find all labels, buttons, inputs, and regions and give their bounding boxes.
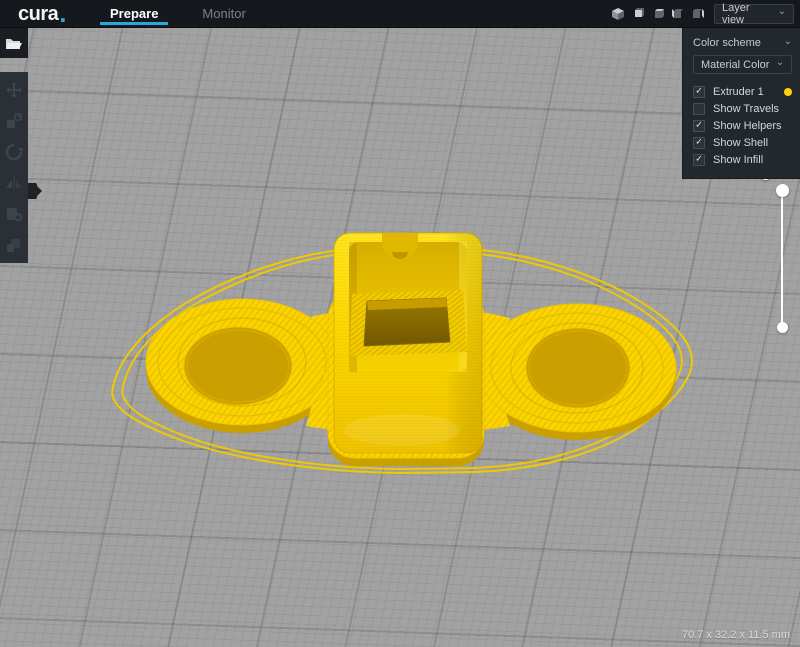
checkbox[interactable]: ✓ (693, 120, 705, 132)
check-icon: ✓ (695, 121, 703, 130)
view-mode-dropdown[interactable]: Layer view ⌄ (714, 4, 794, 24)
checkbox[interactable]: ✓ (693, 154, 705, 166)
mirror-tool-icon[interactable] (4, 173, 24, 193)
tab-prepare[interactable]: Prepare (88, 0, 180, 27)
move-tool-icon[interactable] (4, 80, 24, 100)
view-front-icon[interactable] (630, 6, 646, 22)
layer-view-options: ✓ Extruder 1 ✓ Show Travels ✓ Show Helpe… (693, 85, 792, 166)
view-right-icon[interactable] (690, 6, 706, 22)
layer-slider-upper-handle[interactable] (776, 184, 789, 197)
topbar-right: Layer view ⌄ (610, 0, 800, 27)
layer-slider-lower-handle[interactable] (777, 322, 788, 333)
option-show-shell[interactable]: ✓ Show Shell (693, 136, 792, 149)
support-blocker-icon[interactable] (4, 235, 24, 255)
model-dimensions: 70.7 x 32.2 x 11.5 mm (682, 629, 790, 641)
cura-window: cura . Prepare Monitor (0, 0, 800, 647)
extruder-color-swatch (784, 88, 792, 96)
chevron-down-icon: ⌄ (784, 36, 792, 47)
top-bar: cura . Prepare Monitor (0, 0, 800, 28)
viewport-3d[interactable]: Color scheme ⌄ Material Color ⌄ ✓ Extrud… (0, 28, 800, 647)
per-model-settings-icon[interactable] (4, 204, 24, 224)
scale-tool-icon[interactable] (4, 111, 24, 131)
check-icon: ✓ (695, 155, 703, 164)
layer-slider-track[interactable] (781, 192, 783, 328)
camera-view-buttons (610, 6, 706, 22)
layer-slider (775, 184, 800, 344)
layer-view-panel: Color scheme ⌄ Material Color ⌄ ✓ Extrud… (682, 28, 800, 179)
option-show-travels[interactable]: ✓ Show Travels (693, 102, 792, 115)
check-icon: ✓ (695, 87, 703, 96)
checkbox[interactable]: ✓ (693, 103, 705, 115)
view-mode-value: Layer view (722, 2, 772, 26)
chevron-down-icon: ⌄ (778, 7, 786, 17)
tab-monitor[interactable]: Monitor (180, 0, 267, 27)
option-show-helpers[interactable]: ✓ Show Helpers (693, 119, 792, 132)
color-scheme-label: Color scheme (693, 37, 761, 49)
open-file-button[interactable] (0, 28, 28, 58)
logo-text: cura (18, 4, 58, 24)
tool-panel (0, 72, 28, 263)
color-scheme-dropdown[interactable]: Material Color ⌄ (693, 55, 792, 74)
rotate-tool-icon[interactable] (4, 142, 24, 162)
open-folder-icon (5, 36, 23, 51)
checkbox[interactable]: ✓ (693, 86, 705, 98)
option-extruder-1[interactable]: ✓ Extruder 1 (693, 85, 792, 98)
color-scheme-header[interactable]: Color scheme ⌄ (693, 37, 792, 49)
color-scheme-value: Material Color (701, 59, 769, 71)
chevron-down-icon: ⌄ (776, 58, 784, 68)
stage-tabs: Prepare Monitor (88, 0, 268, 27)
view-left-icon[interactable] (670, 6, 686, 22)
option-show-infill[interactable]: ✓ Show Infill (693, 153, 792, 166)
model-center-tower[interactable] (334, 233, 482, 453)
logo-dot: . (59, 6, 66, 22)
view-3d-icon[interactable] (610, 6, 626, 22)
cura-logo: cura . (0, 0, 100, 27)
checkbox[interactable]: ✓ (693, 137, 705, 149)
view-top-icon[interactable] (650, 6, 666, 22)
check-icon: ✓ (695, 138, 703, 147)
sliced-model[interactable] (0, 28, 800, 647)
